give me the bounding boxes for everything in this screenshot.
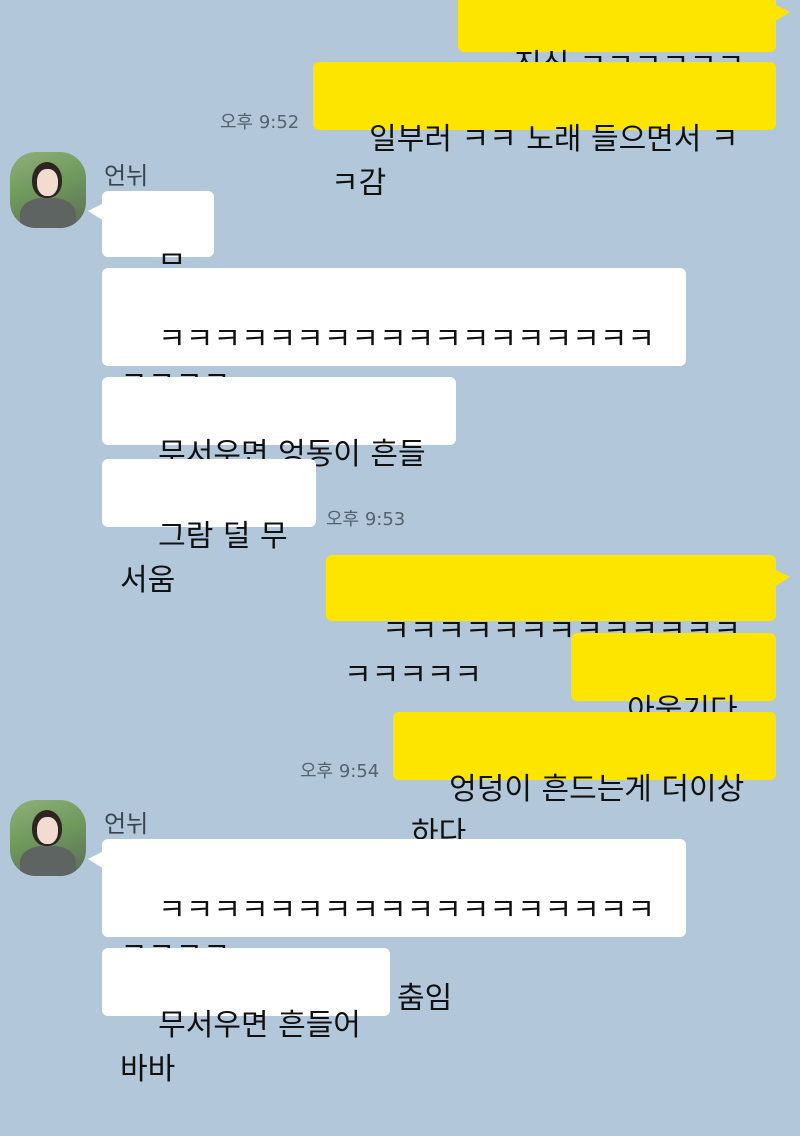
message-bubble-sent[interactable]: 엉덩이 흔드는게 더이상하다 [393, 712, 776, 851]
message-bubble-sent[interactable]: 진심 ㅋㅋㅋㅋㅋㅋㅋㅋ [458, 0, 790, 127]
sender-name: 언뉘 [104, 162, 149, 190]
avatar-face [37, 169, 58, 196]
avatar-body [20, 846, 76, 876]
message-bubble-received[interactable]: 무서우면 엉동이 흔들어라 [102, 377, 456, 516]
sender-name: 언뉘 [104, 810, 149, 838]
contact-avatar[interactable] [10, 800, 86, 876]
message-bubble-received[interactable]: 무섭다 [88, 191, 214, 329]
message-bubble-received[interactable]: ㅋㅋㅋㅋㅋㅋㅋㅋㅋㅋㅋㅋㅋㅋㅋㅋㅋㅋㅋㅋㅋㅋ ㅋ 무서움을 물리치는 춤임 [88, 839, 686, 1016]
message-bubble-sent[interactable]: 아웃기다 ㅋㅋ [571, 633, 776, 772]
message-text: 그람 덜 무서움 [120, 519, 288, 598]
message-bubble-received[interactable]: 무서우면 흔들어바바 [102, 948, 390, 1087]
message-bubble-received[interactable]: 그람 덜 무서움 [102, 459, 316, 598]
message-timestamp: 오후 9:54 [300, 761, 380, 782]
message-timestamp: 오후 9:53 [326, 509, 406, 530]
avatar-body [20, 198, 76, 228]
avatar-face [37, 817, 58, 844]
message-bubble-sent[interactable]: 일부러 ㅋㅋ 노래 들으면서 ㅋㅋ감 [313, 62, 776, 201]
message-timestamp: 오후 9:52 [220, 112, 300, 133]
chat-area[interactable]: 진심 ㅋㅋㅋㅋㅋㅋㅋㅋ 일부러 ㅋㅋ 노래 들으면서 ㅋㅋ감 오후 9:52 언… [0, 0, 800, 1087]
message-bubble-sent[interactable]: ㅋㅋㅋㅋㅋㅋㅋㅋㅋㅋㅋㅋㅋㅋㅋㅋㅋㅋ [326, 555, 790, 693]
message-bubble-received[interactable]: ㅋㅋㅋㅋㅋㅋㅋㅋㅋㅋㅋㅋㅋㅋㅋㅋㅋㅋㅋㅋㅋㅋ ㅋ [102, 268, 686, 445]
contact-avatar[interactable] [10, 152, 86, 228]
message-text: 무서우면 흔들어바바 [120, 1008, 361, 1087]
message-text: 일부러 ㅋㅋ 노래 들으면서 ㅋㅋ감 [331, 122, 739, 201]
